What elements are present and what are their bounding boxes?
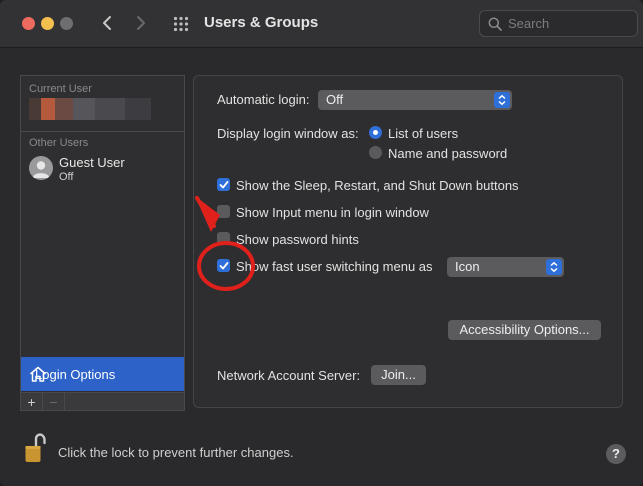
grid-icon: [173, 16, 189, 32]
accessibility-options-button[interactable]: Accessibility Options...: [448, 320, 601, 340]
radio-list-of-users-label: List of users: [388, 126, 459, 141]
fast-user-switching-value: Icon: [455, 259, 480, 274]
zoom-button[interactable]: [60, 17, 73, 30]
users-groups-window: Users & Groups Current User Other Users …: [0, 0, 643, 486]
search-icon: [488, 17, 502, 31]
title-bar: Users & Groups: [0, 0, 643, 48]
show-all-button[interactable]: [168, 11, 194, 37]
sleep-restart-shutdown-label: Show the Sleep, Restart, and Shut Down b…: [236, 178, 519, 193]
login-options-item[interactable]: Login Options: [21, 357, 184, 391]
users-sidebar: Current User Other Users Guest User Off …: [20, 75, 185, 393]
window-title: Users & Groups: [204, 14, 319, 31]
network-account-server-label: Network Account Server:: [217, 368, 361, 383]
radio-name-and-password-label: Name and password: [388, 146, 508, 161]
fast-user-switching-label: Show fast user switching menu as: [236, 259, 433, 274]
automatic-login-label: Automatic login:: [217, 92, 310, 107]
radio-name-and-password[interactable]: [369, 146, 382, 159]
input-menu-label: Show Input menu in login window: [236, 205, 429, 220]
login-options-panel: Automatic login: Off Display login windo…: [193, 75, 623, 408]
other-users-heading: Other Users: [29, 137, 89, 149]
search-field[interactable]: [479, 10, 638, 37]
current-user-section: Current User: [21, 76, 184, 132]
guest-user-status: Off: [59, 171, 74, 183]
remove-user-button[interactable]: −: [43, 393, 65, 410]
updown-chevron-icon: [546, 259, 562, 275]
current-user-heading: Current User: [29, 83, 92, 95]
chevron-left-icon: [103, 16, 111, 30]
checkbox-fast-user-switching[interactable]: [217, 259, 230, 272]
join-button[interactable]: Join...: [371, 365, 426, 385]
automatic-login-popup[interactable]: Off: [318, 90, 512, 110]
back-button[interactable]: [94, 10, 120, 36]
checkbox-input-menu[interactable]: [217, 205, 230, 218]
unlocked-padlock-icon: [25, 433, 46, 462]
display-login-label: Display login window as:: [217, 126, 359, 141]
guest-user-item[interactable]: Guest User Off: [29, 154, 179, 186]
forward-button[interactable]: [128, 10, 154, 36]
checkbox-sleep-restart-shutdown[interactable]: [217, 178, 230, 191]
checkbox-password-hints[interactable]: [217, 232, 230, 245]
user-avatar-icon: [29, 156, 53, 180]
sidebar-controls: + −: [20, 393, 185, 411]
password-hints-label: Show password hints: [236, 232, 359, 247]
login-options-label: Login Options: [35, 366, 116, 382]
search-input[interactable]: [508, 16, 628, 31]
fast-user-switching-popup[interactable]: Icon: [447, 257, 564, 277]
radio-list-of-users[interactable]: [369, 126, 382, 139]
current-user-redacted[interactable]: [29, 98, 151, 120]
chevron-right-icon: [137, 16, 145, 30]
checkmark-icon: [219, 180, 228, 188]
guest-user-name: Guest User: [59, 155, 125, 170]
minimize-button[interactable]: [41, 17, 54, 30]
lock-hint-text: Click the lock to prevent further change…: [58, 445, 294, 460]
automatic-login-value: Off: [326, 92, 344, 107]
updown-chevron-icon: [494, 92, 510, 108]
add-user-button[interactable]: +: [21, 393, 43, 410]
close-button[interactable]: [22, 17, 35, 30]
help-button[interactable]: ?: [606, 444, 626, 464]
checkmark-icon: [219, 261, 228, 269]
lock-button[interactable]: [24, 432, 46, 464]
